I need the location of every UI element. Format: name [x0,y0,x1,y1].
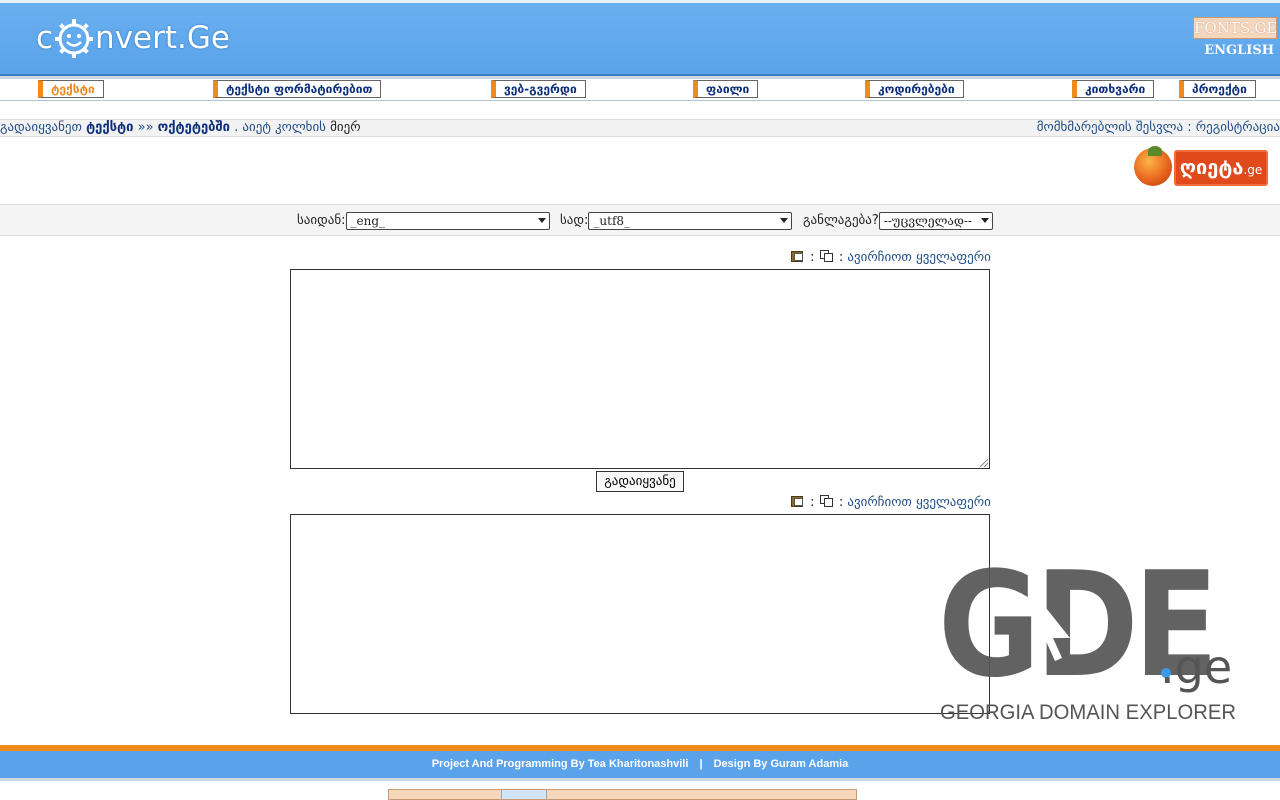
from-option: საიდან: _eng_ [297,212,550,230]
header-divider [0,76,1280,79]
output-actions: : : ავირჩიოთ ყველაფერი [790,494,991,510]
to-select-value: _utf8_ [593,214,631,228]
copy-icon[interactable] [819,249,835,263]
breadcrumb-source-link[interactable]: ტექსტი [86,120,133,135]
input-actions: : : ავირჩიოთ ყველაფერი [790,249,991,265]
footer-divider [0,778,1280,781]
english-language-link[interactable]: ENGLISH [1204,43,1274,58]
user-links-separator: : [1187,120,1192,135]
tab-web-page[interactable]: ვებ-გვერდი [491,80,586,98]
site-footer: Project And Programming By Tea Kharitona… [0,751,1280,778]
action-separator: : [838,250,844,265]
login-link[interactable]: მომხმარებლის შესვლა [1037,120,1183,135]
tab-text[interactable]: ტექსტი [38,80,104,98]
tab-questionnaire[interactable]: კითხვარი [1072,80,1155,98]
tab-encodings[interactable]: კოდირებები [865,80,964,98]
output-textarea[interactable] [290,514,990,714]
dieta-logo: ღიეტა.ge [1174,150,1268,186]
to-option: სად: _utf8_ [560,212,793,230]
logo-prefix: c [36,20,54,56]
layout-option: განლაგება? --უცვლელად-- [803,212,993,230]
dieta-tld: .ge [1243,163,1263,177]
breadcrumb-suffix: მიერ [330,120,361,135]
from-select[interactable]: _eng_ [345,212,550,230]
to-label: სად: [560,213,589,228]
select-all-output-link[interactable]: ავირჩიოთ ყველაფერი [847,495,990,510]
breadcrumb-path: გადაიყვანეთ ტექსტი »» ოქტეტებში . აიეტ კ… [0,120,361,136]
chevron-down-icon [980,218,989,223]
fonts-ge-link[interactable]: FONTS.GE [1193,17,1277,39]
chevron-down-icon [537,218,546,223]
from-label: საიდან: [297,213,346,228]
tab-file[interactable]: ფაილი [693,80,759,98]
dieta-ad-banner[interactable]: ღიეტა.ge [1134,146,1270,188]
watermark-tld: .ge [1160,640,1232,694]
tab-formatted-text[interactable]: ტექსტი ფორმატირებით [213,80,382,98]
select-all-input-link[interactable]: ავირჩიოთ ყველაფერი [847,250,990,265]
to-select[interactable]: _utf8_ [588,212,793,230]
user-links: მომხმარებლის შესვლა : რეგისტრაცია [1037,120,1280,136]
action-separator: : [838,495,844,510]
breadcrumb-target-link[interactable]: ოქტეტებში [158,120,230,135]
pepper-stem-icon [1148,146,1162,156]
resize-handle-icon[interactable] [980,459,988,467]
conversion-options: საიდან: _eng_ სად: _utf8_ განლაგება? --უცვლ… [0,204,1280,236]
site-header: c nvert.Ge FONTS.GE ENGLISH [0,0,1280,76]
layout-select-value: --უცვლელად-- [883,214,972,228]
from-select-value: _eng_ [350,214,386,228]
tab-project[interactable]: პროექტი [1179,80,1256,98]
watermark-dot-icon [1161,668,1171,678]
layout-label: განლაგება? [803,213,879,228]
action-separator: : [810,250,815,265]
smiley-gear-icon [54,18,94,58]
footer-design: Design By Guram Adamia [713,758,849,770]
breadcrumb-prefix: გადაიყვანეთ [0,120,82,135]
fonts-ge-banner[interactable] [388,789,857,800]
nav-divider [0,100,1280,101]
convert-button[interactable]: გადაიყვანე [596,471,684,492]
breadcrumb-arrow: »» [137,120,154,135]
footer-programming: Project And Programming By Tea Kharitona… [431,758,689,770]
layout-select[interactable]: --უცვლელად-- [878,212,993,230]
site-logo[interactable]: c nvert.Ge [36,13,230,63]
dieta-brand: ღიეტა [1179,155,1244,179]
footer-separator: | [699,758,703,770]
main-nav: ტექსტი ტექსტი ფორმატირებით ვებ-გვერდი ფა… [0,80,1280,102]
cursor-icon [1034,593,1070,661]
copy-icon[interactable] [819,494,835,508]
fonts-logo-icon [501,790,547,799]
input-textarea[interactable] [290,269,990,469]
action-separator: : [810,495,815,510]
paste-icon[interactable] [790,494,806,508]
logo-suffix: nvert.Ge [95,20,230,56]
breadcrumb-author-link[interactable]: . აიეტ კოლხის [234,120,326,135]
breadcrumb: გადაიყვანეთ ტექსტი »» ოქტეტებში . აიეტ კ… [0,119,1280,137]
paste-icon[interactable] [790,249,806,263]
register-link[interactable]: რეგისტრაცია [1196,120,1280,135]
chevron-down-icon [780,218,789,223]
